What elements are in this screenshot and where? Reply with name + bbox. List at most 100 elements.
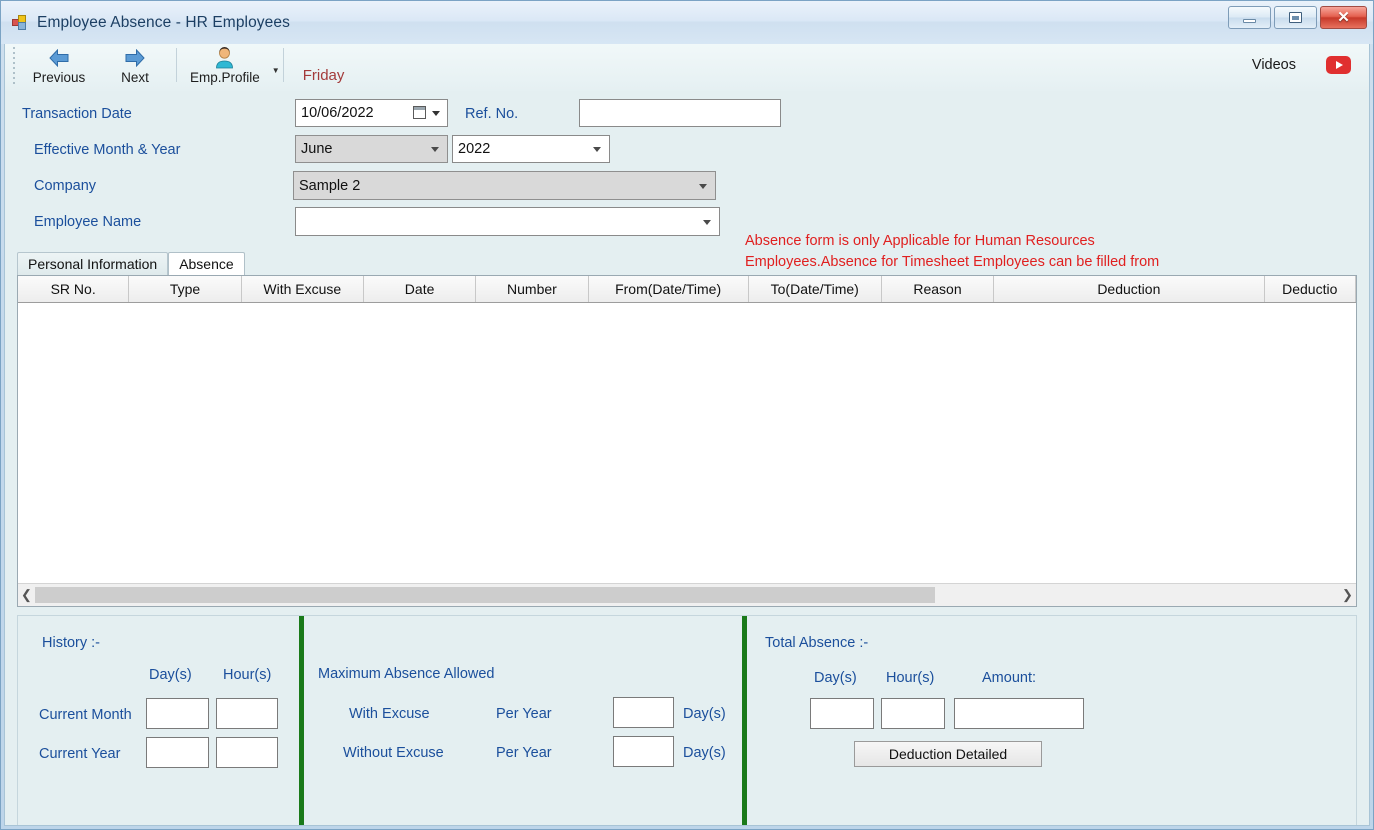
employee-name-select[interactable] bbox=[295, 207, 720, 236]
grid-col-deduction-2[interactable]: Deductio bbox=[1265, 276, 1356, 302]
close-button[interactable]: ✕ bbox=[1320, 6, 1367, 29]
grid-col-sr-no[interactable]: SR No. bbox=[18, 276, 130, 302]
scrollbar-thumb[interactable] bbox=[35, 587, 935, 603]
calendar-icon[interactable] bbox=[413, 106, 426, 119]
without-excuse-days-input[interactable] bbox=[613, 736, 674, 767]
tab-strip: Personal Information Absence bbox=[5, 251, 1369, 275]
company-select[interactable]: Sample 2 bbox=[293, 171, 716, 200]
tab-absence-label: Absence bbox=[179, 256, 234, 272]
total-absence-panel: Total Absence :- Day(s) Hour(s) Amount: … bbox=[747, 616, 1356, 825]
total-col-hours: Hour(s) bbox=[886, 670, 935, 686]
effective-month-value: June bbox=[301, 141, 333, 157]
current-month-hours-input[interactable] bbox=[216, 698, 278, 729]
employee-name-label: Employee Name bbox=[34, 214, 142, 230]
grid-col-number[interactable]: Number bbox=[476, 276, 589, 302]
youtube-icon[interactable] bbox=[1326, 56, 1351, 74]
company-value: Sample 2 bbox=[299, 177, 361, 194]
grid-header-row: SR No. Type With Excuse Date Number From… bbox=[18, 276, 1356, 303]
tab-personal-information[interactable]: Personal Information bbox=[17, 252, 169, 275]
summary-panel: History :- Day(s) Hour(s) Current Month … bbox=[17, 615, 1357, 825]
toolbar-separator-2 bbox=[282, 48, 284, 82]
with-excuse-days-input[interactable] bbox=[613, 697, 674, 728]
absence-grid: SR No. Type With Excuse Date Number From… bbox=[17, 275, 1357, 607]
maximize-button[interactable] bbox=[1274, 6, 1317, 29]
grid-col-from[interactable]: From(Date/Time) bbox=[589, 276, 749, 302]
tab-absence[interactable]: Absence bbox=[168, 252, 245, 275]
history-col-hours: Hour(s) bbox=[223, 667, 272, 683]
history-row-current-month: Current Month bbox=[39, 707, 132, 723]
emp-profile-dropdown-icon[interactable]: ▼ bbox=[272, 54, 280, 75]
effective-year-value: 2022 bbox=[458, 141, 491, 157]
without-excuse-label: Without Excuse bbox=[343, 745, 444, 761]
toolbar-separator-1 bbox=[176, 48, 177, 82]
total-col-amount: Amount: bbox=[982, 670, 1036, 686]
close-icon: ✕ bbox=[1337, 9, 1350, 26]
current-year-hours-input[interactable] bbox=[216, 737, 278, 768]
total-hours-input[interactable] bbox=[881, 698, 945, 729]
arrow-right-icon bbox=[124, 46, 146, 69]
minimize-button[interactable] bbox=[1228, 6, 1271, 29]
emp-profile-label: Emp.Profile bbox=[190, 70, 260, 85]
history-col-days: Day(s) bbox=[149, 667, 192, 683]
grid-col-date[interactable]: Date bbox=[364, 276, 477, 302]
total-absence-title: Total Absence :- bbox=[765, 635, 869, 651]
scrollbar-track[interactable] bbox=[35, 587, 1339, 603]
chevron-left-icon[interactable]: ❮ bbox=[18, 585, 35, 605]
window-body: Previous Next Emp.Profile ▼ Friday Video… bbox=[4, 44, 1370, 826]
chevron-right-icon[interactable]: ❯ bbox=[1339, 585, 1356, 605]
max-absence-panel: Maximum Absence Allowed With Excuse Per … bbox=[304, 616, 742, 825]
effective-month-select[interactable]: June bbox=[295, 135, 448, 163]
history-title: History :- bbox=[42, 635, 100, 651]
grid-col-deduction[interactable]: Deduction bbox=[994, 276, 1265, 302]
current-month-days-input[interactable] bbox=[146, 698, 209, 729]
window-controls: ✕ bbox=[1228, 6, 1367, 29]
application-window: Employee Absence - HR Employees ✕ Previo… bbox=[0, 0, 1374, 830]
day-of-week-label: Friday bbox=[302, 67, 345, 84]
with-excuse-label: With Excuse bbox=[349, 706, 430, 722]
tab-personal-information-label: Personal Information bbox=[28, 256, 158, 272]
without-excuse-unit: Day(s) bbox=[683, 745, 726, 761]
previous-button[interactable]: Previous bbox=[21, 44, 97, 85]
date-dropdown-icon[interactable] bbox=[432, 111, 440, 116]
deduction-detailed-label: Deduction Detailed bbox=[888, 746, 1008, 762]
toolbar-grip[interactable] bbox=[9, 46, 19, 84]
deduction-detailed-button[interactable]: Deduction Detailed bbox=[854, 741, 1042, 767]
form-area: Transaction Date 10/06/2022 Ref. No. Eff… bbox=[5, 91, 1369, 330]
effective-month-year-label: Effective Month & Year bbox=[34, 142, 181, 158]
app-squares-icon bbox=[12, 14, 28, 31]
total-amount-input[interactable] bbox=[954, 698, 1084, 729]
total-days-input[interactable] bbox=[810, 698, 874, 729]
user-icon bbox=[214, 46, 235, 69]
per-year-label-2: Per Year bbox=[496, 745, 552, 761]
grid-col-with-excuse[interactable]: With Excuse bbox=[242, 276, 364, 302]
history-panel: History :- Day(s) Hour(s) Current Month … bbox=[18, 616, 299, 825]
ref-no-label: Ref. No. bbox=[465, 106, 519, 122]
ref-no-input[interactable] bbox=[579, 99, 781, 127]
effective-year-select[interactable]: 2022 bbox=[452, 135, 610, 163]
transaction-date-label: Transaction Date bbox=[22, 106, 132, 122]
emp-profile-button[interactable]: Emp.Profile bbox=[180, 44, 270, 85]
maximize-icon bbox=[1289, 12, 1302, 23]
previous-label: Previous bbox=[32, 70, 86, 85]
history-row-current-year: Current Year bbox=[39, 746, 121, 762]
grid-col-reason[interactable]: Reason bbox=[882, 276, 995, 302]
window-title: Employee Absence - HR Employees bbox=[37, 13, 290, 31]
per-year-label-1: Per Year bbox=[496, 706, 552, 722]
grid-col-to[interactable]: To(Date/Time) bbox=[749, 276, 882, 302]
arrow-left-icon bbox=[48, 46, 70, 69]
company-label: Company bbox=[34, 178, 97, 194]
grid-horizontal-scrollbar[interactable]: ❮ ❯ bbox=[18, 583, 1356, 606]
current-year-days-input[interactable] bbox=[146, 737, 209, 768]
next-button[interactable]: Next bbox=[97, 44, 173, 85]
with-excuse-unit: Day(s) bbox=[683, 706, 726, 722]
videos-label: Videos bbox=[1251, 57, 1296, 73]
max-absence-title: Maximum Absence Allowed bbox=[318, 666, 495, 682]
transaction-date-value: 10/06/2022 bbox=[301, 105, 374, 121]
title-bar: Employee Absence - HR Employees ✕ bbox=[1, 1, 1373, 44]
grid-body[interactable] bbox=[18, 303, 1356, 583]
toolbar: Previous Next Emp.Profile ▼ Friday Video… bbox=[5, 44, 1369, 91]
total-col-days: Day(s) bbox=[814, 670, 857, 686]
transaction-date-input[interactable]: 10/06/2022 bbox=[295, 99, 448, 127]
grid-col-type[interactable]: Type bbox=[129, 276, 242, 302]
videos-group[interactable]: Videos bbox=[1252, 56, 1351, 74]
